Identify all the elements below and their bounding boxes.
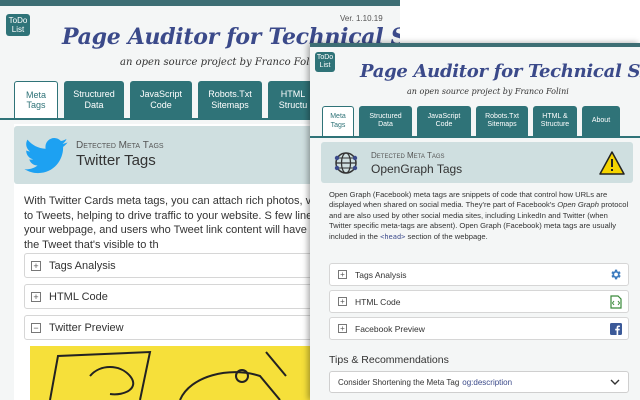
front-todo-button[interactable]: ToDo List [315,52,335,72]
desc-code: <head> [380,232,406,241]
accordion-label: Facebook Preview [355,323,425,334]
desc-emphasis: Open Graph [557,200,599,210]
back-section-title: Twitter Tags [76,152,156,169]
warning-icon [599,151,625,175]
front-section-header: Detected Meta Tags OpenGraph Tags [321,142,633,183]
back-tab-label: Sitemaps [211,99,249,110]
twitter-preview-image [30,346,310,400]
back-tab-label: Data [84,99,104,110]
tips-heading: Tips & Recommendations [329,354,449,366]
back-todo-line2: List [11,25,25,34]
back-tab-bar: Meta Tags Structured Data JavaScript Code R… [14,81,318,118]
chevron-down-icon [610,379,620,385]
front-detected-label: Detected Meta Tags [371,151,445,160]
front-tab-javascript-code[interactable]: JavaScript Code [417,106,471,136]
front-window: ToDo List Page Auditor for Technical SEO… [310,43,640,400]
front-tab-bar: Meta Tags Structured Data JavaScript Code R… [322,106,620,136]
back-tab-label: Code [150,99,172,110]
expand-icon: + [338,297,347,306]
front-tab-label: Data [378,121,393,128]
back-tab-label: Robots.Txt [208,89,252,100]
front-tab-robots-sitemaps[interactable]: Robots.Txt Sitemaps [476,106,528,136]
back-tab-javascript-code[interactable]: JavaScript Code [130,81,192,118]
version-label: Ver. 1.10.19 [340,14,383,23]
desc-part: section of the webpage. [407,231,488,241]
code-file-icon [610,294,622,309]
front-tab-structured-data[interactable]: Structured Data [359,106,412,136]
twitter-bird-icon [24,138,68,174]
back-tab-label: Structu [278,99,308,110]
back-tab-robots-sitemaps[interactable]: Robots.Txt Sitemaps [198,81,262,118]
expand-icon: + [31,260,41,271]
back-tab-label: Meta [25,89,46,100]
front-section-title: OpenGraph Tags [371,162,463,176]
front-tab-label: About [591,116,611,124]
front-tab-label: Robots.Txt [485,112,519,120]
back-tab-structured-data[interactable]: Structured Data [64,81,124,118]
front-tab-label: Code [435,121,453,128]
front-app-subtitle: an open source project by Franco Folini [407,87,569,96]
back-todo-line1: ToDo [8,16,28,25]
accordion-label: HTML Code [49,290,108,303]
back-top-bar [0,0,400,6]
back-tab-label: HTML [280,89,306,100]
back-app-subtitle: an open source project by Franco Folini [120,57,323,68]
front-tab-label: Structured [369,112,402,120]
facebook-icon [610,322,622,335]
tip-text: Consider Shortening the Meta Tag [338,377,460,387]
globe-icon [334,152,358,174]
collapse-icon: − [31,322,41,333]
front-accordion-html-code[interactable]: + HTML Code [329,290,629,313]
back-tab-label: Structured [73,89,115,100]
front-tab-label: Structure [540,121,570,128]
front-todo-line2: List [319,62,331,69]
front-tab-label: JavaScript [427,112,461,120]
gear-icon [611,269,621,280]
front-tab-label: HTML & [542,112,568,120]
front-tab-about[interactable]: About [582,106,620,136]
front-tab-underline [310,136,640,138]
front-tab-meta-tags[interactable]: Meta Tags [322,106,354,136]
expand-icon: + [338,270,347,279]
back-tab-label: Tags [26,100,46,110]
front-todo-line1: ToDo [316,54,334,61]
accordion-label: Twitter Preview [49,321,124,334]
accordion-label: Tags Analysis [355,269,407,280]
front-accordion-tags-analysis[interactable]: + Tags Analysis [329,263,629,286]
back-tab-meta-tags[interactable]: Meta Tags [14,81,58,118]
front-accordion-facebook-preview[interactable]: + Facebook Preview [329,317,629,340]
front-top-bar [310,43,640,47]
accordion-label: HTML Code [355,296,401,307]
front-app-title: Page Auditor for Technical SEO [360,61,640,82]
front-tab-html-structure[interactable]: HTML & Structure [533,106,577,136]
front-tab-label: Meta [330,113,346,121]
front-tab-label: Tags [330,121,346,129]
preview-illustration [49,350,287,400]
front-description: Open Graph (Facebook) meta tags are snip… [329,190,629,242]
tip-code: og:description [462,377,513,387]
front-content: Detected Meta Tags OpenGraph Tags Open G… [321,140,633,400]
accordion-label: Tags Analysis [49,259,116,272]
tip-dropdown[interactable]: Consider Shortening the Meta Tag og:desc… [329,371,629,393]
back-detected-label: Detected Meta Tags [76,140,164,151]
front-tab-label: Sitemaps [487,121,517,128]
back-tab-label: JavaScript [139,89,183,100]
back-todo-button[interactable]: ToDo List [6,14,30,36]
expand-icon: + [31,291,41,302]
expand-icon: + [338,324,347,333]
